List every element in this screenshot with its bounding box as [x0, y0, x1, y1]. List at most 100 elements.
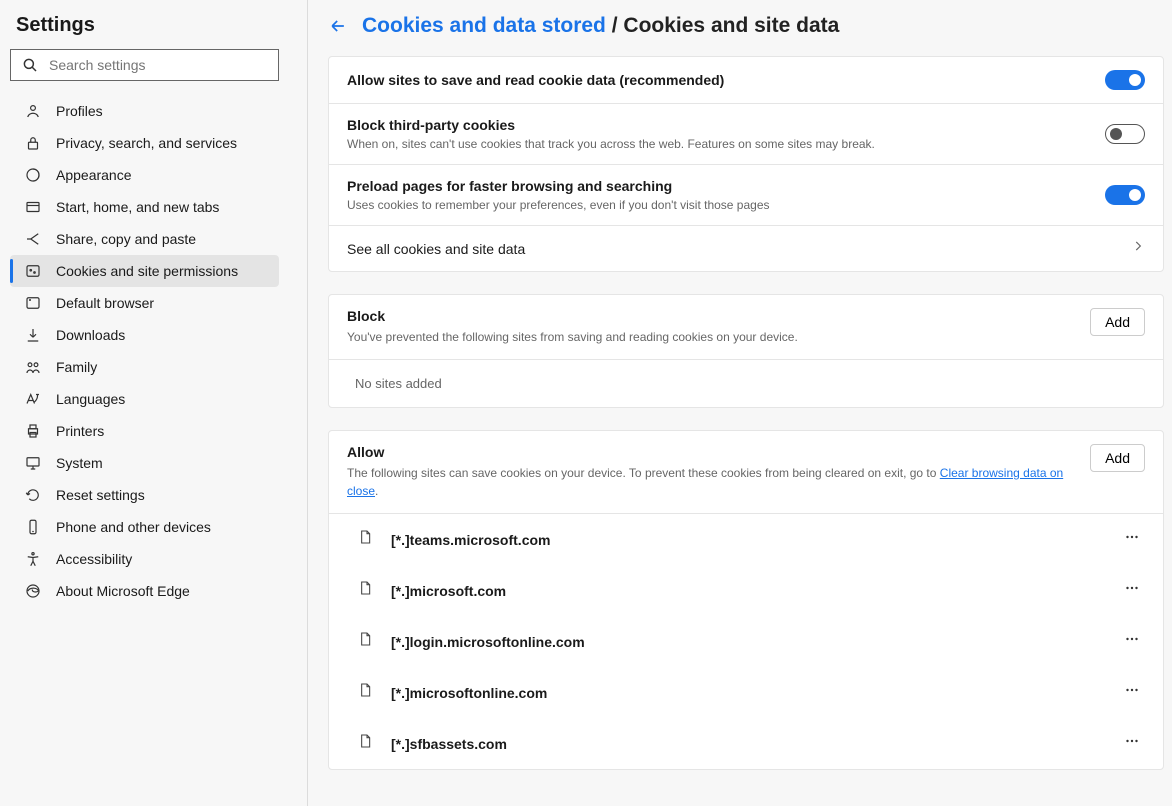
nav-accessibility[interactable]: Accessibility [10, 543, 279, 575]
allow-add-button[interactable]: Add [1090, 444, 1145, 472]
edge-icon [24, 582, 42, 600]
reset-icon [24, 486, 42, 504]
allow-cookies-toggle[interactable] [1105, 70, 1145, 90]
nav-label: Start, home, and new tabs [56, 199, 219, 215]
nav-label: Appearance [56, 167, 132, 183]
breadcrumb-current: Cookies and site data [623, 14, 839, 37]
breadcrumb-sep: / [612, 14, 618, 37]
nav-family[interactable]: Family [10, 351, 279, 383]
back-button[interactable] [328, 16, 348, 36]
block-third-party-toggle[interactable] [1105, 124, 1145, 144]
browser-icon [24, 294, 42, 312]
toggle-sub: Uses cookies to remember your preference… [347, 198, 770, 212]
cookie-toggles-card: Allow sites to save and read cookie data… [328, 56, 1164, 272]
toggle-title: Preload pages for faster browsing and se… [347, 178, 770, 194]
nav-printers[interactable]: Printers [10, 415, 279, 447]
site-more-button[interactable] [1119, 626, 1145, 657]
search-input[interactable] [49, 57, 268, 73]
file-icon [357, 529, 373, 550]
nav-label: Share, copy and paste [56, 231, 196, 247]
block-section-header: Block You've prevented the following sit… [329, 295, 1163, 360]
share-icon [24, 230, 42, 248]
allow-cookies-row: Allow sites to save and read cookie data… [329, 57, 1163, 104]
settings-nav: Profiles Privacy, search, and services A… [10, 95, 307, 607]
block-sub: You've prevented the following sites fro… [347, 328, 798, 346]
language-icon [24, 390, 42, 408]
block-title: Block [347, 308, 798, 324]
nav-downloads[interactable]: Downloads [10, 319, 279, 351]
nav-reset[interactable]: Reset settings [10, 479, 279, 511]
site-more-button[interactable] [1119, 524, 1145, 555]
site-domain: [*.]microsoft.com [391, 583, 1101, 599]
allow-title: Allow [347, 444, 1067, 460]
nav-label: Languages [56, 391, 125, 407]
nav-start-home[interactable]: Start, home, and new tabs [10, 191, 279, 223]
block-add-button[interactable]: Add [1090, 308, 1145, 336]
nav-privacy[interactable]: Privacy, search, and services [10, 127, 279, 159]
nav-share-copy[interactable]: Share, copy and paste [10, 223, 279, 255]
allowed-site-row: [*.]sfbassets.com [329, 718, 1163, 769]
allowed-site-row: [*.]microsoft.com [329, 565, 1163, 616]
tabs-icon [24, 198, 42, 216]
main-content: Cookies and data stored / Cookies and si… [308, 0, 1172, 806]
preload-row: Preload pages for faster browsing and se… [329, 165, 1163, 226]
site-domain: [*.]microsoftonline.com [391, 685, 1101, 701]
block-third-party-row: Block third-party cookies When on, sites… [329, 104, 1163, 165]
see-all-cookies-row[interactable]: See all cookies and site data [329, 226, 1163, 271]
phone-icon [24, 518, 42, 536]
nav-label: Profiles [56, 103, 103, 119]
nav-label: Printers [56, 423, 104, 439]
file-icon [357, 682, 373, 703]
site-domain: [*.]login.microsoftonline.com [391, 634, 1101, 650]
nav-default-browser[interactable]: Default browser [10, 287, 279, 319]
profile-icon [24, 102, 42, 120]
site-domain: [*.]teams.microsoft.com [391, 532, 1101, 548]
nav-label: Default browser [56, 295, 154, 311]
settings-sidebar: Settings Profiles Privacy, search, and s… [0, 0, 308, 806]
nav-profiles[interactable]: Profiles [10, 95, 279, 127]
search-icon [21, 56, 39, 74]
search-settings-field[interactable] [10, 49, 279, 81]
nav-cookies-permissions[interactable]: Cookies and site permissions [10, 255, 279, 287]
printer-icon [24, 422, 42, 440]
allowed-site-row: [*.]login.microsoftonline.com [329, 616, 1163, 667]
family-icon [24, 358, 42, 376]
block-section-card: Block You've prevented the following sit… [328, 294, 1164, 408]
system-icon [24, 454, 42, 472]
nav-label: Privacy, search, and services [56, 135, 237, 151]
nav-system[interactable]: System [10, 447, 279, 479]
toggle-title: Block third-party cookies [347, 117, 875, 133]
nav-label: Downloads [56, 327, 125, 343]
nav-label: Reset settings [56, 487, 145, 503]
site-more-button[interactable] [1119, 728, 1145, 759]
nav-label: Cookies and site permissions [56, 263, 238, 279]
allowed-site-row: [*.]microsoftonline.com [329, 667, 1163, 718]
download-icon [24, 326, 42, 344]
toggle-title: Allow sites to save and read cookie data… [347, 72, 724, 88]
site-more-button[interactable] [1119, 575, 1145, 606]
file-icon [357, 733, 373, 754]
nav-label: Accessibility [56, 551, 132, 567]
nav-appearance[interactable]: Appearance [10, 159, 279, 191]
see-all-title: See all cookies and site data [347, 241, 525, 257]
allowed-site-row: [*.]teams.microsoft.com [329, 514, 1163, 565]
site-domain: [*.]sfbassets.com [391, 736, 1101, 752]
cookie-icon [24, 262, 42, 280]
allow-section-header: Allow The following sites can save cooki… [329, 431, 1163, 514]
allow-sub: The following sites can save cookies on … [347, 464, 1067, 500]
accessibility-icon [24, 550, 42, 568]
file-icon [357, 580, 373, 601]
block-empty-text: No sites added [329, 360, 1163, 407]
nav-phone-devices[interactable]: Phone and other devices [10, 511, 279, 543]
allow-section-card: Allow The following sites can save cooki… [328, 430, 1164, 770]
preload-toggle[interactable] [1105, 185, 1145, 205]
breadcrumb: Cookies and data stored / Cookies and si… [328, 14, 1164, 38]
nav-label: Family [56, 359, 97, 375]
nav-label: System [56, 455, 103, 471]
site-more-button[interactable] [1119, 677, 1145, 708]
breadcrumb-parent-link[interactable]: Cookies and data stored [362, 14, 606, 37]
nav-about[interactable]: About Microsoft Edge [10, 575, 279, 607]
lock-icon [24, 134, 42, 152]
nav-languages[interactable]: Languages [10, 383, 279, 415]
toggle-sub: When on, sites can't use cookies that tr… [347, 137, 875, 151]
